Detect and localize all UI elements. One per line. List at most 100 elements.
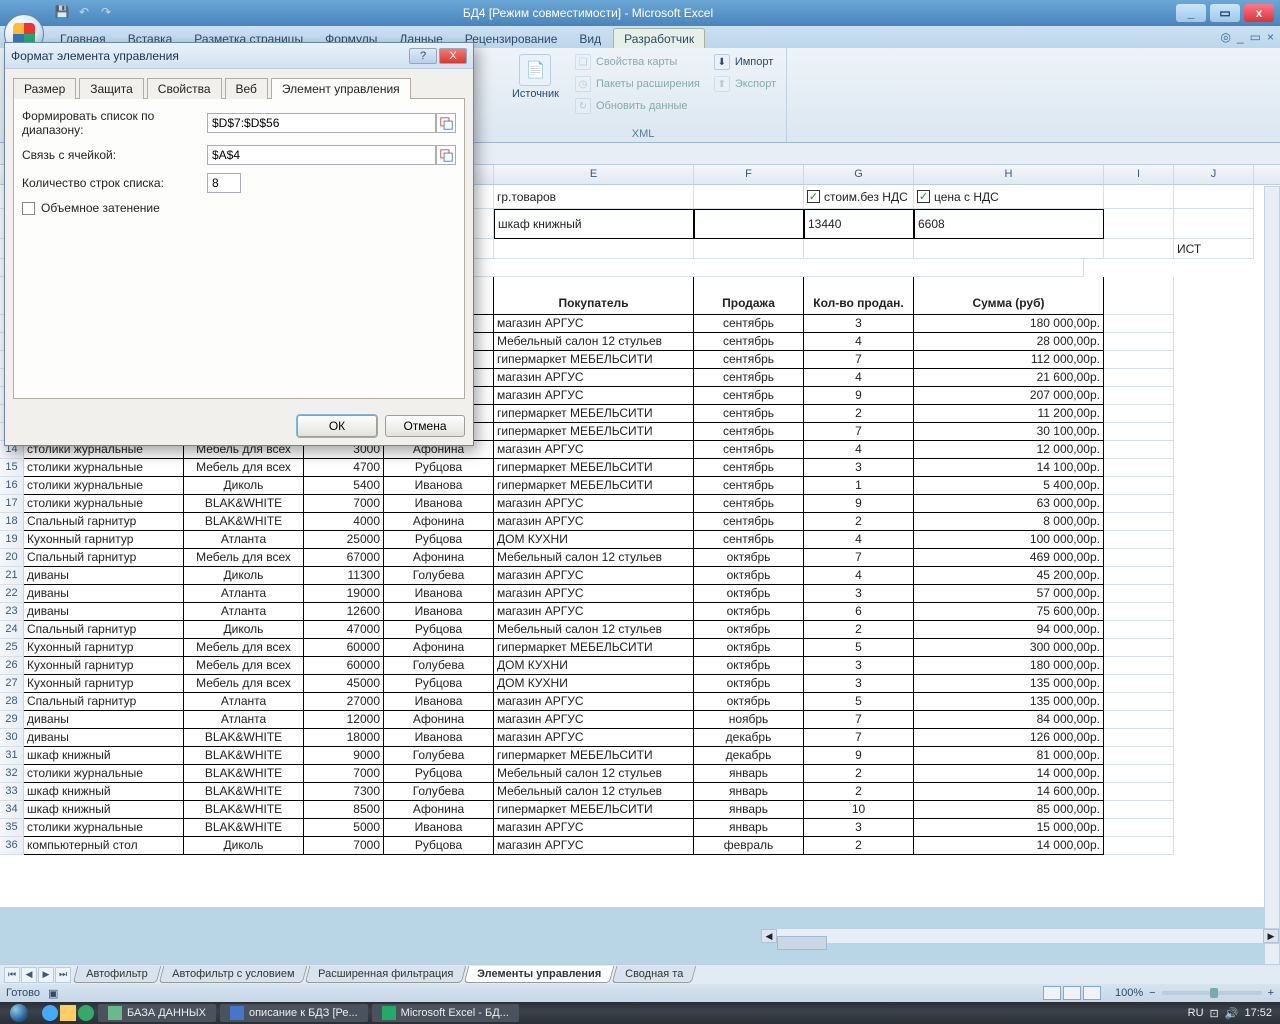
dialog-help-button[interactable]: ? <box>409 48 437 64</box>
col-header-J[interactable]: J <box>1174 165 1254 184</box>
cell-group-label[interactable]: гр.товаров <box>494 185 694 209</box>
table-row[interactable]: 25Кухонный гарнитурМебель для всех60000А… <box>0 639 1280 657</box>
sheet-next-icon[interactable]: ▶ <box>38 967 54 983</box>
vertical-scrollbar[interactable] <box>1264 186 1280 966</box>
qat-save-icon[interactable]: 💾 <box>54 4 70 20</box>
table-row[interactable]: 34шкаф книжныйBLAK&WHITE8500Афонинагипер… <box>0 801 1280 819</box>
tab-view[interactable]: Вид <box>569 29 611 48</box>
tray-clock[interactable]: 17:52 <box>1244 1007 1272 1019</box>
sheet-tab-controls[interactable]: Элементы управления <box>464 966 615 983</box>
link-input[interactable] <box>207 145 436 165</box>
table-row[interactable]: 28Спальный гарнитурАтланта27000Ивановама… <box>0 693 1280 711</box>
table-row[interactable]: 18Спальный гарнитурBLAK&WHITE4000Афонина… <box>0 513 1280 531</box>
table-row[interactable]: 16столики журнальныеДиколь5400Ивановагип… <box>0 477 1280 495</box>
sheet-tab-advanced-filter[interactable]: Расширенная фильтрация <box>305 966 467 983</box>
taskbar-item-3[interactable]: Microsoft Excel - БД... <box>372 1004 519 1022</box>
macro-record-icon[interactable]: ▣ <box>48 987 58 1000</box>
view-pagebreak-icon[interactable] <box>1083 986 1101 1000</box>
mdi-minimize-icon[interactable]: _ <box>1237 30 1244 44</box>
table-row[interactable]: 30диваныBLAK&WHITE18000Ивановамагазин АР… <box>0 729 1280 747</box>
table-row[interactable]: 31шкаф книжныйBLAK&WHITE9000Голубевагипе… <box>0 747 1280 765</box>
qat-undo-icon[interactable]: ↶ <box>76 4 92 20</box>
table-row[interactable]: 15столики журнальныеМебель для всех4700Р… <box>0 459 1280 477</box>
sheet-tab-autofilter[interactable]: Автофильтр <box>73 966 161 983</box>
table-row[interactable]: 23диваныАтланта12600Ивановамагазин АРГУС… <box>0 603 1280 621</box>
table-row[interactable]: 17столики журнальныеBLAK&WHITE7000Иванов… <box>0 495 1280 513</box>
sheet-tab-pivot[interactable]: Сводная та <box>612 966 697 983</box>
ribbon-map-props-button[interactable]: ❏Свойства карты <box>573 52 702 72</box>
hscroll-left-icon[interactable]: ◀ <box>761 929 777 943</box>
table-row[interactable]: 22диваныАтланта19000Ивановамагазин АРГУС… <box>0 585 1280 603</box>
dialog-tab-web[interactable]: Веб <box>225 78 268 99</box>
hscroll-right-icon[interactable]: ▶ <box>1263 929 1279 943</box>
cell-price-value[interactable]: 6608 <box>914 209 1104 239</box>
lines-input[interactable] <box>207 173 241 193</box>
mdi-restore-icon[interactable]: ▭ <box>1250 30 1261 44</box>
dialog-ok-button[interactable]: ОК <box>297 415 377 437</box>
ribbon-export-button[interactable]: ⬆Экспорт <box>712 74 778 94</box>
tray-network-icon[interactable]: ⊡ <box>1210 1007 1219 1020</box>
table-row[interactable]: 21диваныДиколь11300Голубевамагазин АРГУС… <box>0 567 1280 585</box>
ribbon-refresh-button[interactable]: ↻Обновить данные <box>573 96 702 116</box>
help-icon[interactable]: ◎ <box>1220 30 1230 44</box>
tray-lang[interactable]: RU <box>1188 1007 1204 1019</box>
shade-checkbox[interactable] <box>22 202 35 215</box>
zoom-level[interactable]: 100% <box>1115 987 1143 999</box>
table-row[interactable]: 29диваныАтланта12000Афонинамагазин АРГУС… <box>0 711 1280 729</box>
window-close-button[interactable]: x <box>1244 4 1274 22</box>
dialog-close-button[interactable]: X <box>439 48 467 64</box>
ribbon-import-button[interactable]: ⬇Импорт <box>712 52 778 72</box>
zoom-out-button[interactable]: − <box>1149 987 1155 999</box>
zoom-in-button[interactable]: + <box>1268 987 1274 999</box>
dialog-tab-size[interactable]: Размер <box>13 78 76 99</box>
col-header-F[interactable]: F <box>694 165 804 184</box>
taskbar-explorer-icon[interactable] <box>60 1005 76 1021</box>
cell-j-value[interactable]: ИСТ <box>1174 239 1254 259</box>
table-row[interactable]: 24Спальный гарнитурДиколь47000РубцоваМеб… <box>0 621 1280 639</box>
window-minimize-button[interactable]: _ <box>1176 4 1206 22</box>
dialog-tab-props[interactable]: Свойства <box>147 78 222 99</box>
taskbar-item-1[interactable]: БАЗА ДАННЫХ <box>98 1004 216 1022</box>
table-row[interactable]: 33шкаф книжныйBLAK&WHITE7300ГолубеваМебе… <box>0 783 1280 801</box>
window-restore-button[interactable]: ▭ <box>1210 4 1240 22</box>
taskbar-media-icon[interactable] <box>78 1005 94 1021</box>
range-ref-button[interactable] <box>436 113 456 133</box>
sheet-last-icon[interactable]: ⏭ <box>55 967 71 983</box>
range-input[interactable] <box>207 113 436 133</box>
taskbar-ie-icon[interactable] <box>42 1005 58 1021</box>
table-row[interactable]: 36компьютерный столДиколь7000Рубцовамага… <box>0 837 1280 855</box>
mdi-close-icon[interactable]: × <box>1267 30 1274 44</box>
dialog-cancel-button[interactable]: Отмена <box>385 415 465 437</box>
checkbox-cost-no-vat[interactable]: ✓стоим.без НДС <box>804 185 914 209</box>
view-layout-icon[interactable] <box>1063 986 1081 1000</box>
table-row[interactable]: 20Спальный гарнитурМебель для всех67000А… <box>0 549 1280 567</box>
col-header-G[interactable]: G <box>804 165 914 184</box>
dialog-tab-protect[interactable]: Защита <box>79 78 144 99</box>
zoom-slider[interactable] <box>1162 991 1262 995</box>
table-row[interactable]: 35столики журнальныеBLAK&WHITE5000Иванов… <box>0 819 1280 837</box>
table-row[interactable]: 27Кухонный гарнитурМебель для всех45000Р… <box>0 675 1280 693</box>
col-header-I[interactable]: I <box>1104 165 1174 184</box>
table-row[interactable]: 19Кухонный гарнитурАтланта25000РубцоваДО… <box>0 531 1280 549</box>
sheet-prev-icon[interactable]: ◀ <box>21 967 37 983</box>
col-header-E[interactable]: E <box>494 165 694 184</box>
cell-selected-item[interactable]: шкаф книжный <box>494 209 694 239</box>
col-header-H[interactable]: H <box>914 165 1104 184</box>
horizontal-scrollbar[interactable]: ◀ ▶ <box>760 928 1280 944</box>
hscroll-thumb[interactable] <box>777 936 827 950</box>
dialog-tab-control[interactable]: Элемент управления <box>271 78 411 99</box>
checkbox-price-with-vat[interactable]: ✓цена с НДС <box>914 185 1104 209</box>
tab-developer[interactable]: Разработчик <box>613 28 705 48</box>
table-row[interactable]: 32столики журнальныеBLAK&WHITE7000Рубцов… <box>0 765 1280 783</box>
sheet-tab-autofilter-cond[interactable]: Автофильтр с условием <box>158 966 307 983</box>
view-normal-icon[interactable] <box>1043 986 1061 1000</box>
zoom-thumb-icon[interactable] <box>1210 988 1218 998</box>
qat-redo-icon[interactable]: ↷ <box>98 4 114 20</box>
link-ref-button[interactable] <box>436 145 456 165</box>
start-button[interactable] <box>0 1002 38 1024</box>
tray-volume-icon[interactable]: 🔊 <box>1225 1007 1239 1020</box>
taskbar-item-2[interactable]: описание к БДЗ [Ре... <box>220 1004 368 1022</box>
sheet-first-icon[interactable]: ⏮ <box>4 967 20 983</box>
ribbon-source-button[interactable]: 📄 Источник <box>508 52 563 116</box>
ribbon-ext-packs-button[interactable]: ◷Пакеты расширения <box>573 74 702 94</box>
